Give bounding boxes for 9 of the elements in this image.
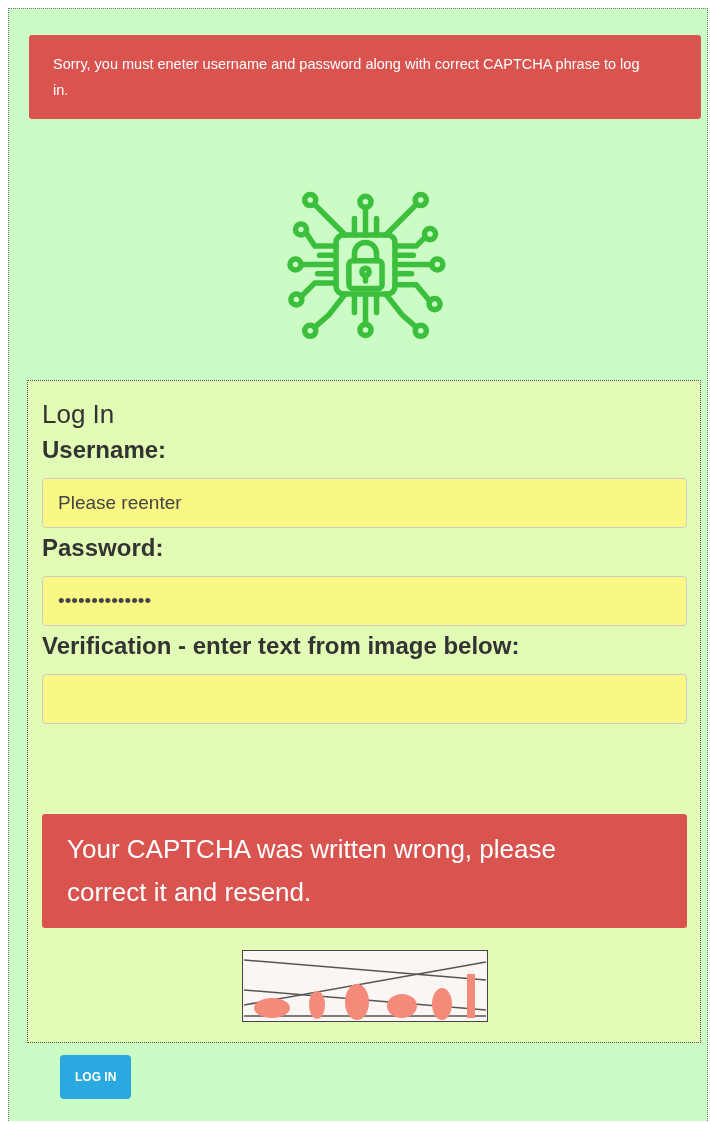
error-alert: Sorry, you must eneter username and password along with correct CAPTCHA phrase to log in. [29, 35, 701, 119]
input-field[interactable]: Please reenter [42, 478, 687, 528]
input-field[interactable]: •••••••••••••• [42, 576, 687, 626]
input-field[interactable] [42, 674, 687, 724]
field-label: Username: [42, 436, 168, 464]
form-title: Log In [42, 399, 116, 430]
field-label: Verification - enter text from image below: [42, 632, 521, 660]
field-label: Password: [42, 534, 165, 562]
error-alert: Your CAPTCHA was written wrong, please correct it and resend. [42, 814, 687, 928]
